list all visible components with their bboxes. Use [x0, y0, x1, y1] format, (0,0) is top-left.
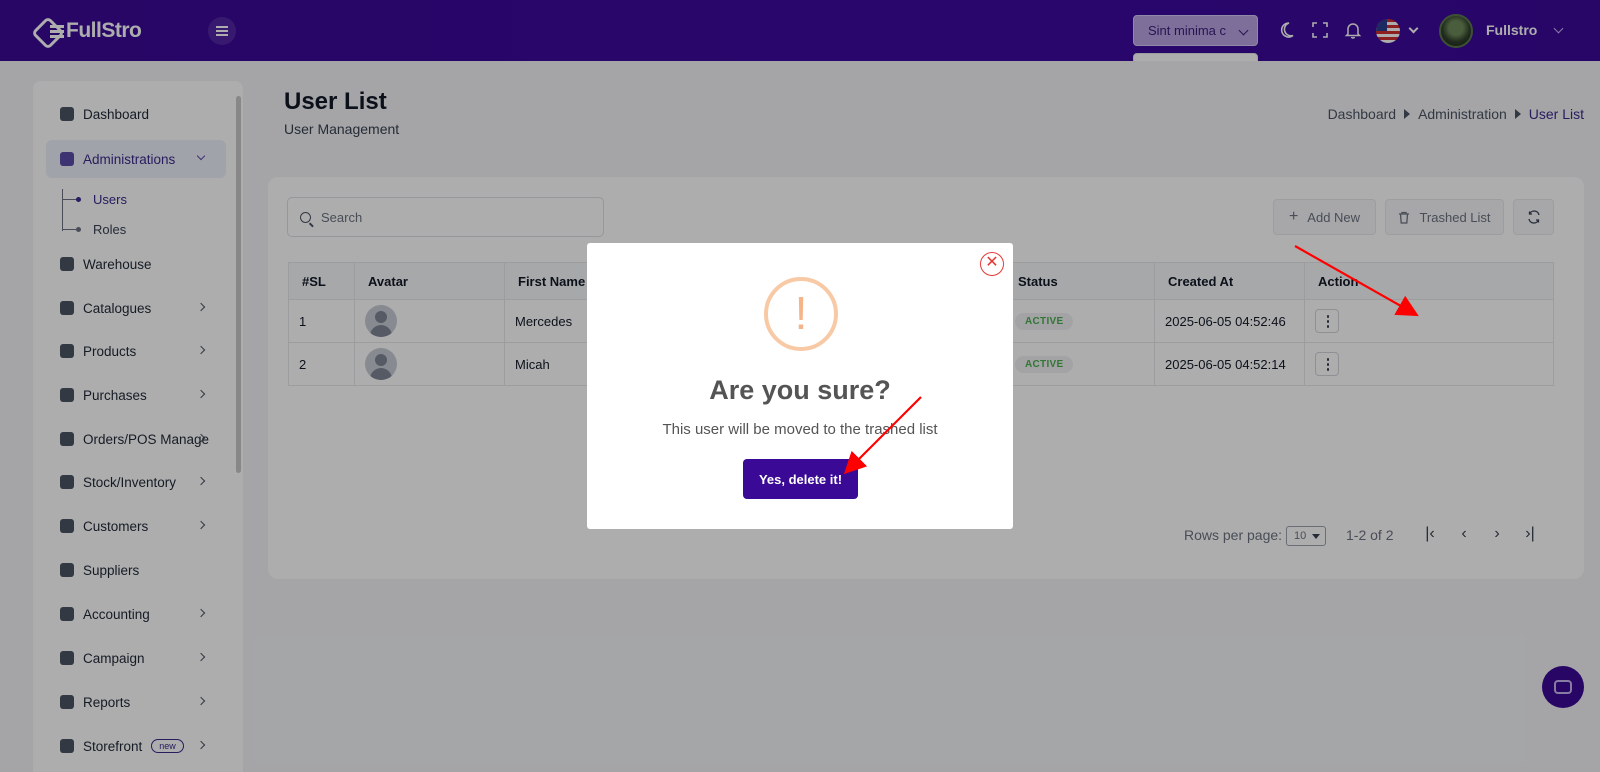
arrow-to-row-actions — [1294, 245, 1419, 317]
arrow-to-confirm-button — [843, 396, 922, 475]
annotation-arrows — [843, 245, 1419, 475]
